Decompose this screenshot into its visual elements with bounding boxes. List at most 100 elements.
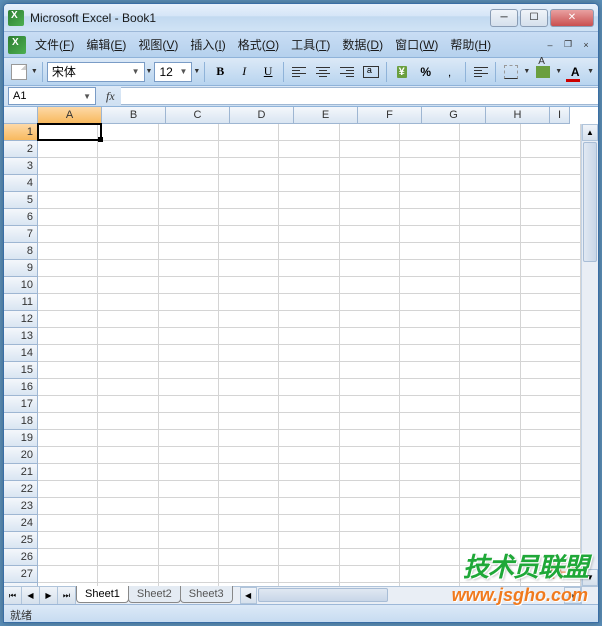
tab-nav-prev-button[interactable]: ◀ — [22, 587, 40, 604]
row-header-9[interactable]: 9 — [4, 260, 38, 277]
tab-nav-next-button[interactable]: ▶ — [40, 587, 58, 604]
italic-button[interactable]: I — [233, 61, 255, 83]
cell[interactable] — [219, 362, 279, 379]
formula-input[interactable] — [121, 87, 598, 105]
cell[interactable] — [460, 277, 520, 294]
cell[interactable] — [460, 124, 520, 141]
underline-button[interactable]: U — [257, 61, 279, 83]
cell[interactable] — [38, 328, 98, 345]
cell[interactable] — [159, 260, 219, 277]
cell[interactable] — [340, 413, 400, 430]
cell[interactable] — [340, 362, 400, 379]
cell[interactable] — [460, 566, 520, 583]
cell[interactable] — [400, 396, 460, 413]
cell[interactable] — [98, 277, 158, 294]
cell[interactable] — [340, 158, 400, 175]
cell[interactable] — [400, 294, 460, 311]
cell[interactable] — [159, 515, 219, 532]
cell[interactable] — [460, 209, 520, 226]
cell[interactable] — [340, 124, 400, 141]
cell[interactable] — [340, 192, 400, 209]
cell[interactable] — [460, 464, 520, 481]
cell[interactable] — [521, 294, 581, 311]
cell[interactable] — [38, 294, 98, 311]
scroll-down-button[interactable]: ▼ — [582, 569, 598, 586]
cell[interactable] — [521, 277, 581, 294]
cell[interactable] — [159, 345, 219, 362]
cell[interactable] — [219, 430, 279, 447]
name-box[interactable]: A1 ▼ — [8, 87, 96, 105]
sheet-tab-sheet1[interactable]: Sheet1 — [76, 586, 129, 603]
cell[interactable] — [460, 226, 520, 243]
cell[interactable] — [98, 328, 158, 345]
column-header-G[interactable]: G — [422, 107, 486, 124]
cell[interactable] — [460, 481, 520, 498]
cell[interactable] — [521, 379, 581, 396]
comma-style-button[interactable]: , — [439, 61, 461, 83]
cell[interactable] — [98, 362, 158, 379]
cell[interactable] — [98, 260, 158, 277]
scroll-up-button[interactable]: ▲ — [582, 124, 598, 141]
font-name-selector[interactable]: 宋体 ▼ — [47, 62, 145, 82]
cell[interactable] — [521, 413, 581, 430]
menu-item-7[interactable]: 窗口(W) — [390, 34, 443, 55]
cell[interactable] — [38, 243, 98, 260]
cell[interactable] — [98, 464, 158, 481]
cell[interactable] — [219, 345, 279, 362]
cell[interactable] — [521, 464, 581, 481]
row-header-14[interactable]: 14 — [4, 345, 38, 362]
row-header-10[interactable]: 10 — [4, 277, 38, 294]
vertical-scrollbar[interactable]: ▲ ▼ — [581, 124, 598, 586]
cell[interactable] — [400, 260, 460, 277]
column-header-F[interactable]: F — [358, 107, 422, 124]
align-right-button[interactable] — [336, 61, 358, 83]
cell[interactable] — [98, 124, 158, 141]
excel-doc-icon[interactable] — [8, 36, 26, 54]
row-header-23[interactable]: 23 — [4, 498, 38, 515]
cell[interactable] — [219, 532, 279, 549]
cell[interactable] — [400, 532, 460, 549]
cell[interactable] — [159, 277, 219, 294]
menu-item-6[interactable]: 数据(D) — [337, 34, 388, 55]
cell[interactable] — [38, 192, 98, 209]
cell[interactable] — [159, 158, 219, 175]
cell[interactable] — [219, 209, 279, 226]
cell[interactable] — [159, 464, 219, 481]
cell[interactable] — [400, 379, 460, 396]
row-header-19[interactable]: 19 — [4, 430, 38, 447]
borders-button[interactable] — [500, 61, 522, 83]
row-header-7[interactable]: 7 — [4, 226, 38, 243]
cell[interactable] — [340, 345, 400, 362]
cell[interactable] — [340, 430, 400, 447]
cell[interactable] — [400, 345, 460, 362]
cell[interactable] — [400, 430, 460, 447]
cell[interactable] — [400, 566, 460, 583]
cell[interactable] — [460, 549, 520, 566]
cell[interactable] — [279, 481, 339, 498]
horizontal-scrollbar[interactable]: ◀ ▶ — [240, 587, 581, 604]
cell[interactable] — [98, 413, 158, 430]
new-dropdown-icon[interactable]: ▼ — [31, 68, 38, 75]
cell[interactable] — [521, 515, 581, 532]
cell[interactable] — [521, 549, 581, 566]
cell[interactable] — [159, 549, 219, 566]
cell[interactable] — [340, 175, 400, 192]
cell[interactable] — [219, 294, 279, 311]
cell[interactable] — [400, 277, 460, 294]
cell[interactable] — [98, 498, 158, 515]
cell[interactable] — [340, 277, 400, 294]
cell[interactable] — [38, 413, 98, 430]
cell[interactable] — [98, 175, 158, 192]
cell[interactable] — [38, 124, 98, 141]
column-header-A[interactable]: A — [38, 107, 102, 124]
cell[interactable] — [159, 141, 219, 158]
cell[interactable] — [159, 175, 219, 192]
menu-item-8[interactable]: 帮助(H) — [445, 34, 496, 55]
cell[interactable] — [279, 209, 339, 226]
row-header-24[interactable]: 24 — [4, 515, 38, 532]
cell[interactable] — [279, 379, 339, 396]
cell[interactable] — [159, 209, 219, 226]
cell[interactable] — [159, 481, 219, 498]
cell[interactable] — [460, 311, 520, 328]
cell[interactable] — [98, 311, 158, 328]
